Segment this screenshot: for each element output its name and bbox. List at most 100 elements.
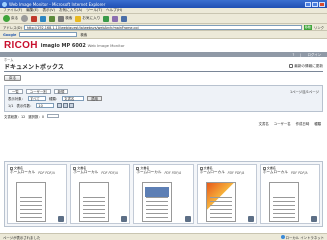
menu-edit[interactable]: 編集(E)	[26, 8, 38, 13]
thumbnail-line	[209, 201, 232, 202]
refresh-icon[interactable]	[40, 15, 47, 22]
star-icon	[75, 15, 82, 22]
thumbnail-line	[20, 213, 42, 214]
document-format: PDF PDF/A	[290, 170, 308, 175]
document-thumbnail[interactable]	[142, 182, 173, 222]
document-card[interactable]: 文書名 ホームローカル PDF PDF/A	[133, 164, 194, 224]
thumbnail-band	[145, 187, 170, 197]
browser-window: Web Image Monitor - Microsoft Internet E…	[0, 0, 327, 240]
history-icon[interactable]	[103, 15, 110, 22]
thumbnail-line	[209, 213, 232, 214]
download-icon[interactable]	[184, 216, 191, 222]
links-label[interactable]: リンク	[314, 25, 324, 30]
thumbnail-line	[83, 217, 106, 218]
document-thumbnail[interactable]	[16, 182, 46, 222]
refresh-link[interactable]: 最新の情報に更新	[289, 64, 323, 69]
back-arrow-icon	[3, 15, 10, 22]
document-thumbnail[interactable]	[79, 182, 110, 222]
thumbnail-line	[146, 201, 169, 202]
go-button[interactable]: 移動	[303, 24, 312, 30]
address-bar: アドレス(D) http://192.168.1.10/web/guest/ja…	[0, 24, 327, 31]
detail-view-icon[interactable]	[69, 103, 75, 108]
favorites-toolbar-button[interactable]: お気に入り	[75, 15, 100, 22]
tab-by-user[interactable]: ユーザー別	[25, 89, 51, 94]
mail-icon[interactable]	[112, 15, 119, 22]
thumbnail-line	[272, 209, 295, 210]
sort-user[interactable]: ユーザー名	[274, 121, 291, 126]
title-bar: Web Image Monitor - Microsoft Internet E…	[0, 0, 327, 8]
print-icon[interactable]	[121, 15, 128, 22]
download-icon[interactable]	[58, 216, 65, 222]
filter-tabs: 一覧 ユーザー別 新規 1ページ目/1ページ	[8, 88, 319, 95]
list-view-icon[interactable]	[57, 103, 63, 108]
thumbnail-line	[209, 205, 232, 206]
back-button[interactable]: 戻る	[4, 75, 22, 81]
thumbnail-line	[20, 209, 42, 210]
page-label: 1/1	[8, 103, 14, 108]
sort-name[interactable]: 文書名	[259, 121, 269, 126]
download-icon[interactable]	[247, 216, 254, 222]
document-format: PDF PDF/A	[227, 170, 245, 175]
globe-icon	[280, 235, 285, 239]
status-text: ページが表示されました	[3, 235, 41, 240]
maximize-button[interactable]	[312, 1, 318, 7]
download-icon[interactable]	[121, 216, 128, 222]
menu-tools[interactable]: ツール(T)	[86, 8, 102, 13]
thumbnail-line	[83, 205, 106, 206]
download-icon[interactable]	[311, 216, 318, 222]
back-nav-button[interactable]: 戻る	[3, 15, 18, 22]
google-toolbar: Google 検索	[0, 31, 327, 39]
display-select[interactable]: すべて	[27, 96, 46, 101]
thumbnail-view-icon[interactable]	[63, 103, 69, 108]
google-search-button[interactable]: 検索	[80, 32, 87, 37]
thumbnail-area	[263, 175, 318, 222]
tab-list[interactable]: 一覧	[8, 89, 23, 94]
thumbnail-line	[20, 197, 42, 198]
home-icon[interactable]	[49, 15, 56, 22]
per-page-select[interactable]: 10	[36, 103, 55, 108]
address-input[interactable]: http://192.168.1.10/web/guest/ja/websys/…	[23, 24, 302, 30]
menu-file[interactable]: ファイル(F)	[3, 8, 22, 13]
menu-favorites[interactable]: お気に入り(A)	[59, 8, 82, 13]
filter-controls: 表示対象： すべて 種類： 文書名 適用	[8, 95, 319, 102]
view-mode-icons	[57, 103, 75, 108]
thumbnail-line	[209, 209, 232, 210]
browser-toolbar: 戻る 検索 お気に入り	[0, 14, 327, 24]
menu-view[interactable]: 表示(V)	[43, 8, 55, 13]
format-label: 種類：	[48, 97, 60, 101]
document-thumbnail[interactable]	[205, 182, 236, 222]
count-box	[47, 114, 60, 118]
document-total: 文書総数：12	[4, 114, 26, 119]
thumbnail-line	[20, 201, 42, 202]
login-link[interactable]: ログイン	[307, 52, 321, 57]
menu-help[interactable]: ヘルプ(H)	[106, 8, 122, 13]
close-button[interactable]	[319, 1, 325, 7]
thumbnail-area	[136, 175, 191, 222]
document-card[interactable]: 文書名 ホームローカル PDF PDF/A	[196, 164, 257, 224]
stop-icon[interactable]	[31, 15, 38, 22]
search-toolbar-button[interactable]: 検索	[58, 15, 72, 22]
thumbnail-line	[146, 217, 169, 218]
sort-date[interactable]: 作成日時	[296, 121, 310, 126]
topbar-separator: |	[300, 52, 302, 57]
document-card[interactable]: 文書名 ホームローカル PDF PDF/A	[7, 164, 68, 224]
search-icon	[58, 15, 65, 22]
thumbnail-line	[272, 217, 295, 218]
help-link[interactable]: ?	[292, 53, 294, 57]
forward-arrow-icon[interactable]	[21, 15, 29, 22]
thumbnail-line	[209, 197, 232, 198]
security-zone: ローカル イントラネット	[280, 235, 324, 240]
thumbnail-line	[146, 213, 169, 214]
document-card[interactable]: 文書名 ホームローカル PDF PDF/A	[259, 164, 321, 224]
document-card[interactable]: 文書名 ホームローカル PDF PDF/A	[70, 164, 131, 224]
thumbnail-line	[272, 197, 295, 198]
apply-button[interactable]: 適用	[87, 96, 102, 101]
tab-new[interactable]: 新規	[53, 89, 69, 94]
minimize-button[interactable]	[305, 1, 311, 7]
document-thumbnail[interactable]	[268, 182, 299, 222]
google-search-input[interactable]	[19, 32, 78, 37]
thumbnail-area	[200, 175, 254, 222]
thumbnail-area	[10, 175, 65, 222]
sort-type[interactable]: 種類	[314, 121, 321, 126]
format-select[interactable]: 文書名	[62, 96, 85, 101]
